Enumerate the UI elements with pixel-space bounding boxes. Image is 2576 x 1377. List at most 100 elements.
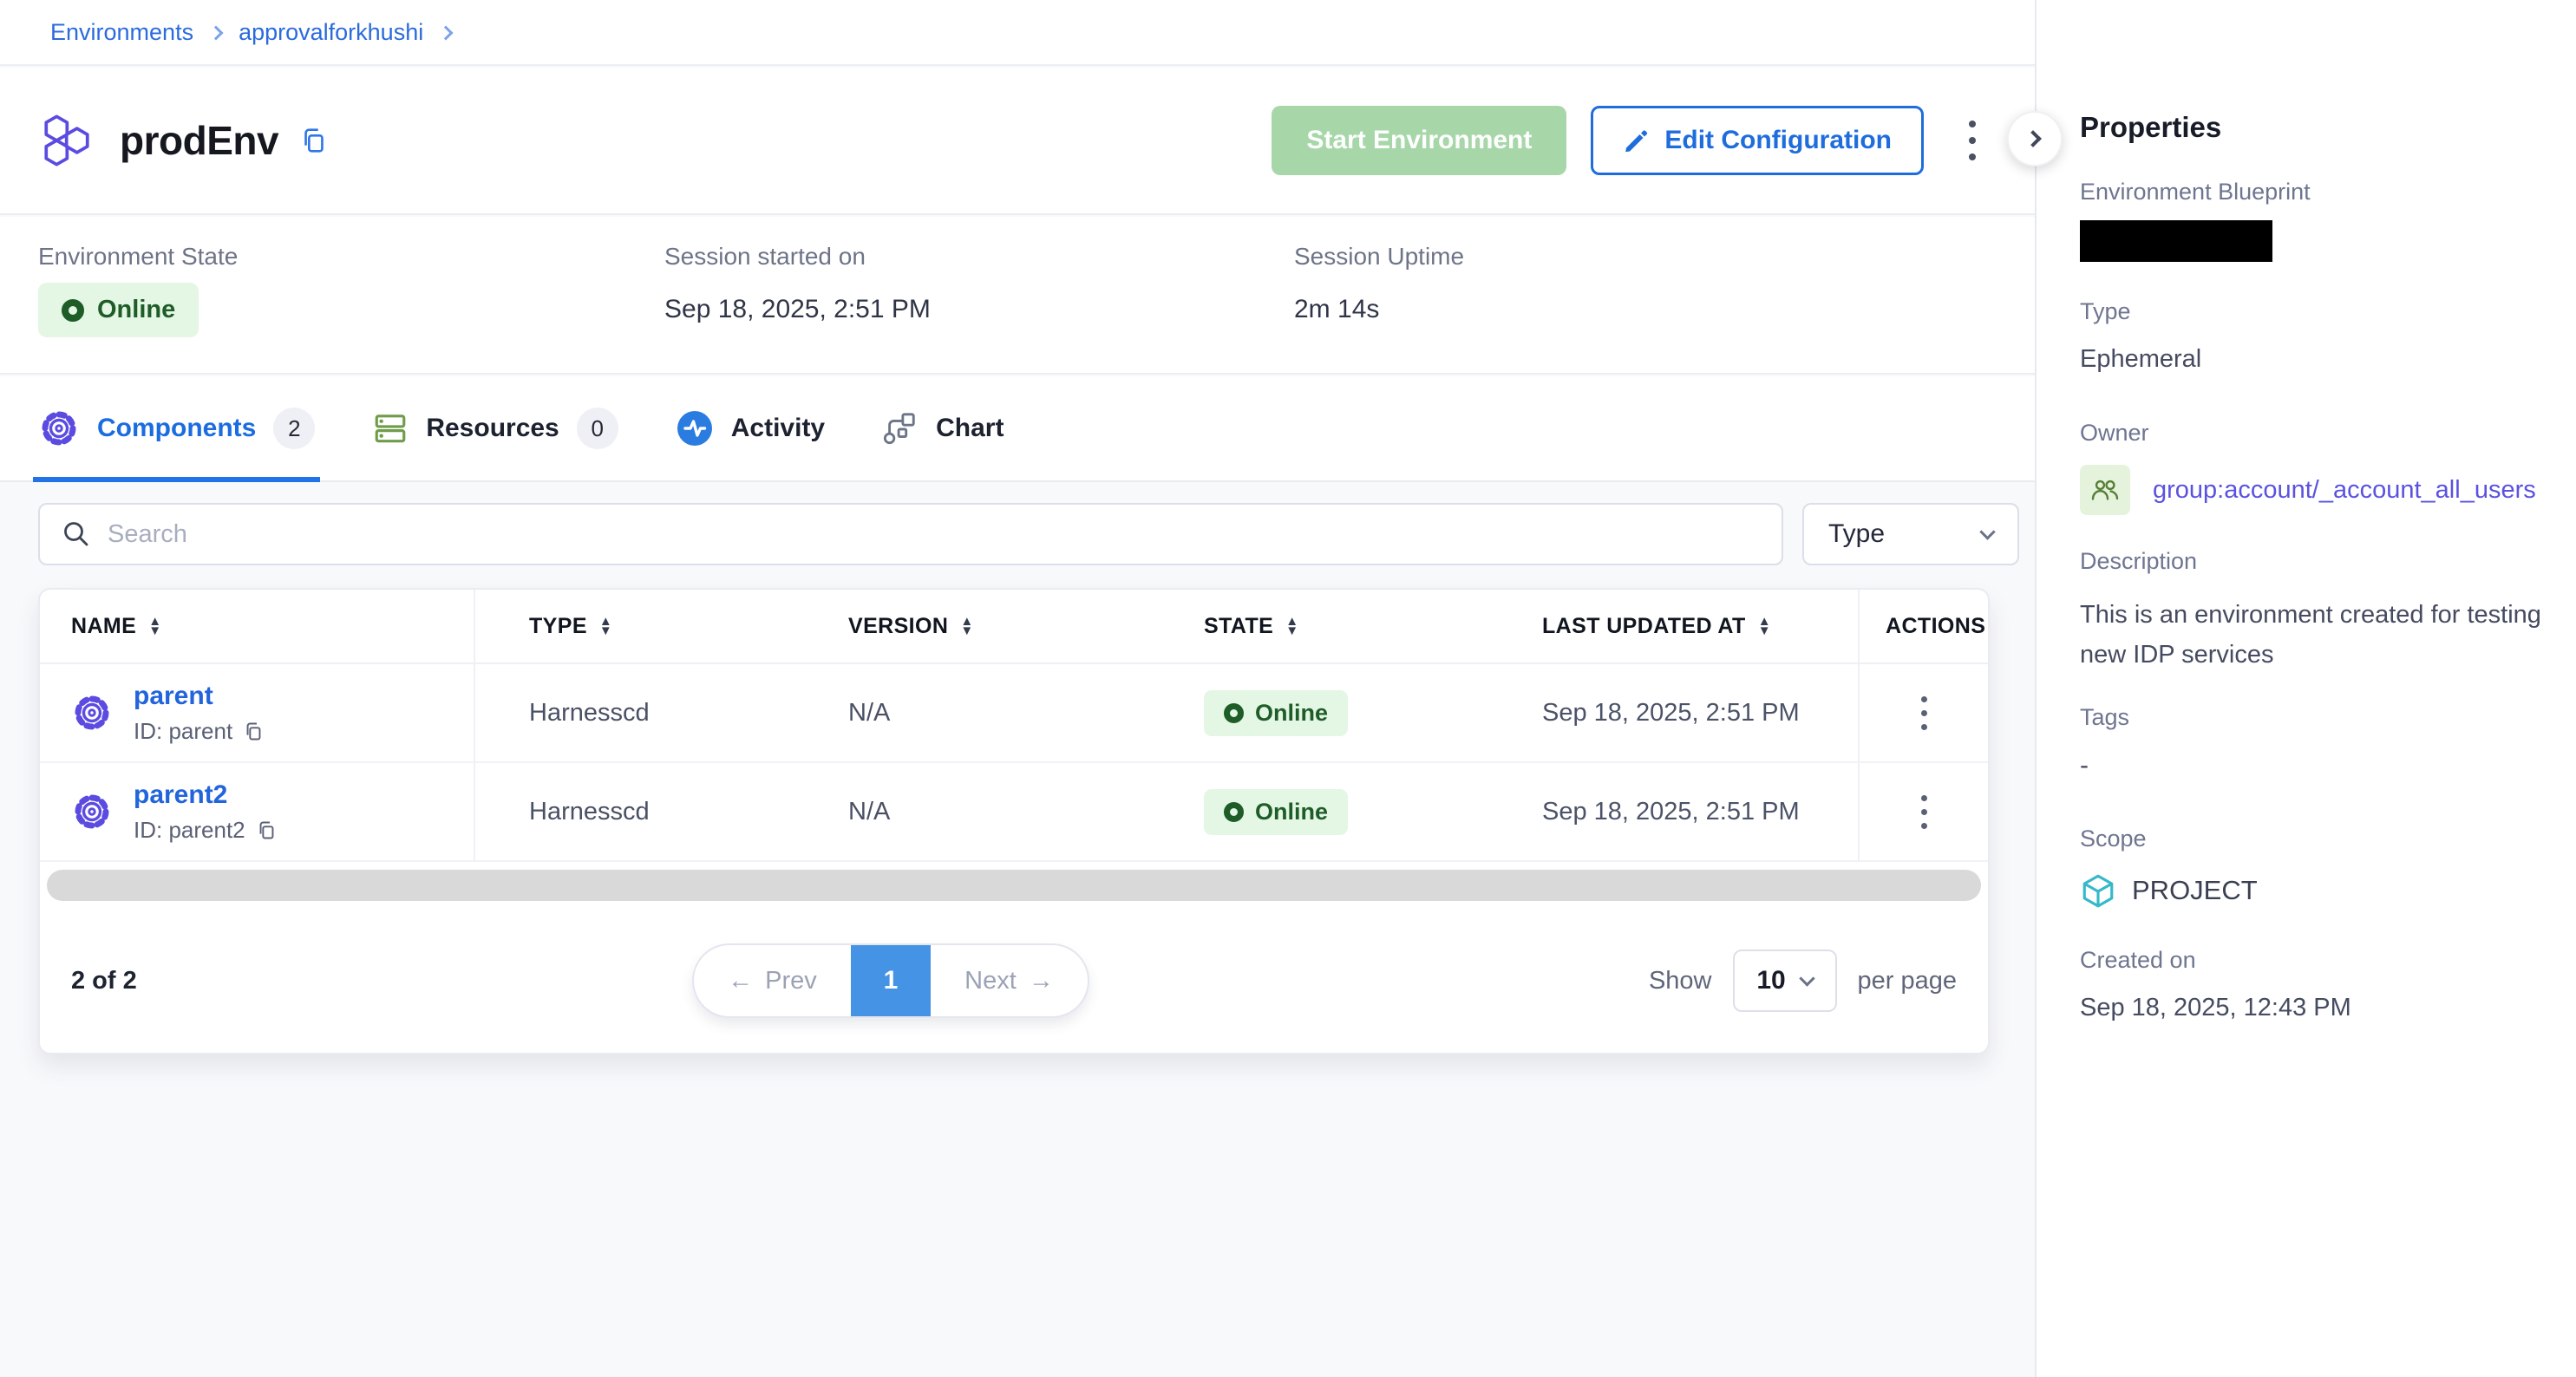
component-id: ID: parent2 [134, 817, 245, 844]
edit-configuration-button[interactable]: Edit Configuration [1591, 106, 1924, 175]
pencil-icon [1623, 127, 1651, 154]
owner-group-link[interactable]: group:account/_account_all_users [2153, 476, 2536, 505]
page-size-control: Show 10 per page [1649, 950, 1957, 1012]
copy-name-button[interactable] [299, 126, 329, 155]
gear-icon [38, 408, 80, 449]
actions-cell [1858, 664, 1988, 763]
chevron-right-icon [439, 26, 454, 41]
activity-icon [676, 409, 714, 447]
state-cell: Online [1174, 664, 1513, 763]
owner-label: Owner [2080, 420, 2149, 447]
tab-components[interactable]: Components 2 [38, 376, 315, 480]
column-header-actions: ACTIONS [1858, 590, 1988, 664]
header-more-menu-button[interactable] [1948, 106, 1997, 175]
sort-icon: ▲▼ [1758, 617, 1771, 636]
chevron-right-icon [2024, 130, 2042, 147]
tab-resources[interactable]: Resources 0 [372, 376, 618, 480]
chart-icon [882, 410, 919, 447]
column-header-type-label: TYPE [529, 614, 587, 639]
column-header-last-updated[interactable]: LAST UPDATED AT ▲▼ [1513, 590, 1858, 664]
scope-value: PROJECT [2132, 875, 2258, 906]
copy-icon[interactable] [243, 721, 265, 742]
copy-icon [299, 126, 329, 155]
column-header-type[interactable]: TYPE ▲▼ [475, 590, 819, 664]
page-size-dropdown[interactable]: 10 [1733, 950, 1837, 1012]
row-more-menu-button[interactable] [1898, 763, 1950, 860]
type-filter-dropdown[interactable]: Type [1802, 503, 2019, 565]
tab-resources-count: 0 [577, 408, 618, 449]
search-input[interactable] [108, 520, 1761, 549]
status-badge: Online [1204, 789, 1348, 835]
actions-cell [1858, 763, 1988, 862]
sort-icon: ▲▼ [1285, 617, 1298, 636]
column-header-state-label: STATE [1204, 614, 1273, 639]
breadcrumb-environments[interactable]: Environments [50, 19, 193, 46]
component-name-link[interactable]: parent2 [134, 780, 278, 810]
start-environment-button[interactable]: Start Environment [1272, 106, 1566, 175]
version-cell: N/A [819, 664, 1174, 763]
scope-label: Scope [2080, 826, 2147, 852]
properties-panel: Properties Environment Blueprint Type Ep… [2035, 0, 2576, 1377]
component-id: ID: parent [134, 718, 232, 745]
tab-resources-label: Resources [426, 414, 559, 443]
tags-label: Tags [2080, 704, 2129, 731]
page-number-active[interactable]: 1 [851, 945, 931, 1016]
tags-value: - [2080, 751, 2089, 780]
environment-state-badge: Online [38, 283, 199, 337]
environment-state-value: Online [97, 296, 175, 324]
pagination-row: 2 of 2 ← Prev 1 Next → Show 10 per page [40, 909, 1988, 1053]
column-header-actions-label: ACTIONS [1886, 614, 1985, 639]
search-box [38, 503, 1783, 565]
blueprint-label: Environment Blueprint [2080, 179, 2311, 206]
gear-icon [71, 692, 113, 734]
sort-icon: ▲▼ [960, 617, 973, 636]
sort-icon: ▲▼ [148, 617, 161, 636]
table-row: parent2 ID: parent2 Harnesscd N/A [40, 763, 1988, 862]
column-header-last-updated-label: LAST UPDATED AT [1542, 614, 1746, 639]
column-header-state[interactable]: STATE ▲▼ [1174, 590, 1513, 664]
created-on-value: Sep 18, 2025, 12:43 PM [2080, 994, 2351, 1022]
properties-title: Properties [2080, 111, 2221, 144]
next-page-button[interactable]: Next → [931, 945, 1088, 1016]
last-updated-cell: Sep 18, 2025, 2:51 PM [1513, 763, 1858, 862]
tab-chart[interactable]: Chart [882, 376, 1004, 480]
top-bar: Environments approvalforkhushi [0, 0, 2035, 66]
prev-page-button[interactable]: ← Prev [694, 945, 851, 1016]
component-name-link[interactable]: parent [134, 682, 265, 711]
gear-icon [71, 791, 113, 832]
session-uptime-value: 2m 14s [1294, 295, 1379, 324]
group-icon [2089, 474, 2121, 506]
breadcrumb: Environments approvalforkhushi [50, 19, 451, 46]
created-on-label: Created on [2080, 947, 2196, 974]
scope-row: PROJECT [2080, 872, 2258, 909]
horizontal-scrollbar [40, 862, 1988, 909]
sort-icon: ▲▼ [599, 617, 612, 636]
cube-icon [2080, 872, 2116, 909]
column-header-name-label: NAME [71, 614, 136, 639]
tab-chart-label: Chart [936, 414, 1004, 443]
description-value: This is an environment created for testi… [2080, 595, 2562, 675]
page-header: prodEnv Start Environment Edit Configura… [0, 68, 2035, 215]
online-ring-icon [1224, 802, 1244, 822]
environment-hexagon-icon [38, 112, 95, 169]
arrow-left-icon: ← [728, 967, 753, 995]
tab-activity[interactable]: Activity [676, 376, 825, 480]
last-updated-cell: Sep 18, 2025, 2:51 PM [1513, 664, 1858, 763]
session-info-row: Environment State Online Session started… [0, 217, 2035, 375]
column-header-name[interactable]: NAME ▲▼ [40, 590, 475, 664]
table-header-row: NAME ▲▼ TYPE ▲▼ VERSION ▲▼ STATE ▲▼ LAST… [40, 590, 1988, 664]
per-page-label: per page [1858, 967, 1958, 995]
type-value: Ephemeral [2080, 345, 2201, 374]
type-filter-label: Type [1828, 519, 1885, 549]
copy-icon[interactable] [256, 819, 278, 841]
column-header-version[interactable]: VERSION ▲▼ [819, 590, 1174, 664]
online-ring-icon [1224, 703, 1244, 723]
table-row: parent ID: parent Harnesscd N/A [40, 664, 1988, 763]
panel-collapse-button[interactable] [2007, 111, 2063, 166]
page-title: prodEnv [120, 117, 278, 164]
horizontal-scrollbar-thumb[interactable] [47, 870, 1981, 901]
row-more-menu-button[interactable] [1898, 664, 1950, 761]
search-icon [61, 519, 92, 550]
breadcrumb-environment-name[interactable]: approvalforkhushi [239, 19, 423, 46]
description-label: Description [2080, 548, 2197, 575]
